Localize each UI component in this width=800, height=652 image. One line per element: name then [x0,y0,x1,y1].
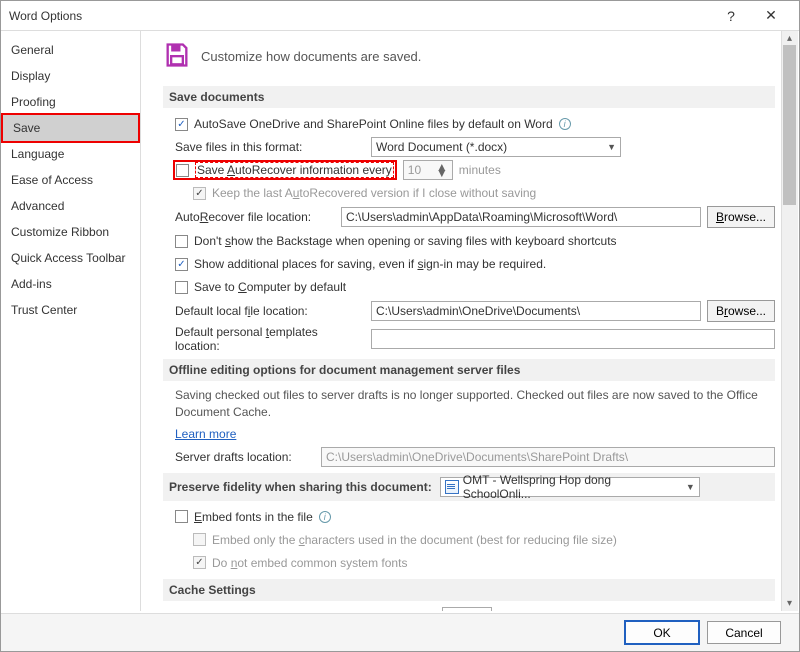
close-button[interactable]: ✕ [751,7,791,24]
dont-show-backstage-label: Don't show the Backstage when opening or… [194,234,617,248]
section-offline-editing: Offline editing options for document man… [163,359,775,381]
main-panel: ▴ ▾ Customize how documents are saved. S… [141,31,799,611]
autorecover-minutes-spinner[interactable]: 10 ▲▼ [403,160,453,180]
days-keep-label: Days to keep files in the Office Documen… [175,610,436,611]
preserve-document-select[interactable]: OMT - Wellspring Hop dong SchoolOnli... … [440,477,700,497]
embed-only-characters-checkbox [193,533,206,546]
autorecover-location-label: AutoRecover file location: [175,210,335,224]
server-drafts-label: Server drafts location: [175,450,315,464]
embed-only-characters-label: Embed only the characters used in the do… [212,533,617,547]
save-format-select[interactable]: Word Document (*.docx)▼ [371,137,621,157]
save-to-computer-label: Save to Computer by default [194,280,346,294]
scroll-thumb[interactable] [783,45,796,205]
default-local-location-label: Default local file location: [175,304,365,318]
sidebar-item-quick-access-toolbar[interactable]: Quick Access Toolbar [1,245,140,271]
chevron-down-icon: ▼ [686,482,695,492]
keep-last-label: Keep the last AutoRecovered version if I… [212,186,536,200]
sidebar-item-general[interactable]: General [1,37,140,63]
info-icon[interactable] [319,511,331,523]
chevron-down-icon: ▼ [607,142,616,152]
titlebar: Word Options ? ✕ [1,1,799,31]
days-keep-spinner[interactable]: 14 ▲▼ [442,607,492,611]
scrollbar[interactable]: ▴ ▾ [781,31,798,611]
section-cache-settings: Cache Settings [163,579,775,601]
minutes-label: minutes [459,163,501,177]
save-to-computer-checkbox[interactable] [175,281,188,294]
page-heading: Customize how documents are saved. [201,49,421,64]
embed-fonts-label: Embed fonts in the file [194,510,313,524]
sidebar-item-language[interactable]: Language [1,141,140,167]
default-local-location-input[interactable]: C:\Users\admin\OneDrive\Documents\ [371,301,701,321]
sidebar-item-display[interactable]: Display [1,63,140,89]
document-icon [445,480,459,494]
offline-note: Saving checked out files to server draft… [175,387,775,421]
sidebar-item-customize-ribbon[interactable]: Customize Ribbon [1,219,140,245]
browse-button-2[interactable]: Browse... [707,300,775,322]
learn-more-link[interactable]: Learn more [175,427,236,441]
ok-button[interactable]: OK [625,621,699,644]
server-drafts-input: C:\Users\admin\OneDrive\Documents\ShareP… [321,447,775,467]
do-not-embed-common-label: Do not embed common system fonts [212,556,407,570]
info-icon[interactable] [559,118,571,130]
autosave-checkbox[interactable] [175,118,188,131]
sidebar-item-trust-center[interactable]: Trust Center [1,297,140,323]
dialog-footer: OK Cancel [1,613,799,651]
default-personal-templates-label: Default personal templates location: [175,325,365,353]
cancel-button[interactable]: Cancel [707,621,781,644]
dont-show-backstage-checkbox[interactable] [175,235,188,248]
show-additional-places-checkbox[interactable] [175,258,188,271]
autosave-label: AutoSave OneDrive and SharePoint Online … [194,117,553,131]
autorecover-checkbox[interactable] [176,164,189,177]
save-disk-icon [163,41,191,72]
sidebar-item-save[interactable]: Save [3,115,138,141]
window-title: Word Options [9,9,711,23]
sidebar-nav: General Display Proofing Save Language E… [1,31,141,611]
sidebar-item-ease-of-access[interactable]: Ease of Access [1,167,140,193]
do-not-embed-common-checkbox [193,556,206,569]
show-additional-places-label: Show additional places for saving, even … [194,257,546,271]
section-save-documents: Save documents [163,86,775,108]
sidebar-item-proofing[interactable]: Proofing [1,89,140,115]
save-format-label: Save files in this format: [175,140,365,154]
autorecover-location-input[interactable]: C:\Users\admin\AppData\Roaming\Microsoft… [341,207,701,227]
section-preserve-fidelity: Preserve fidelity when sharing this docu… [163,473,775,501]
embed-fonts-checkbox[interactable] [175,510,188,523]
sidebar-item-advanced[interactable]: Advanced [1,193,140,219]
autorecover-label: Save AutoRecover information every [195,162,394,178]
keep-last-checkbox [193,187,206,200]
scroll-up-icon[interactable]: ▴ [783,32,796,45]
help-button[interactable]: ? [711,8,751,24]
sidebar-item-add-ins[interactable]: Add-ins [1,271,140,297]
scroll-down-icon[interactable]: ▾ [783,597,796,610]
default-personal-templates-input[interactable] [371,329,775,349]
browse-button-1[interactable]: Browse... [707,206,775,228]
